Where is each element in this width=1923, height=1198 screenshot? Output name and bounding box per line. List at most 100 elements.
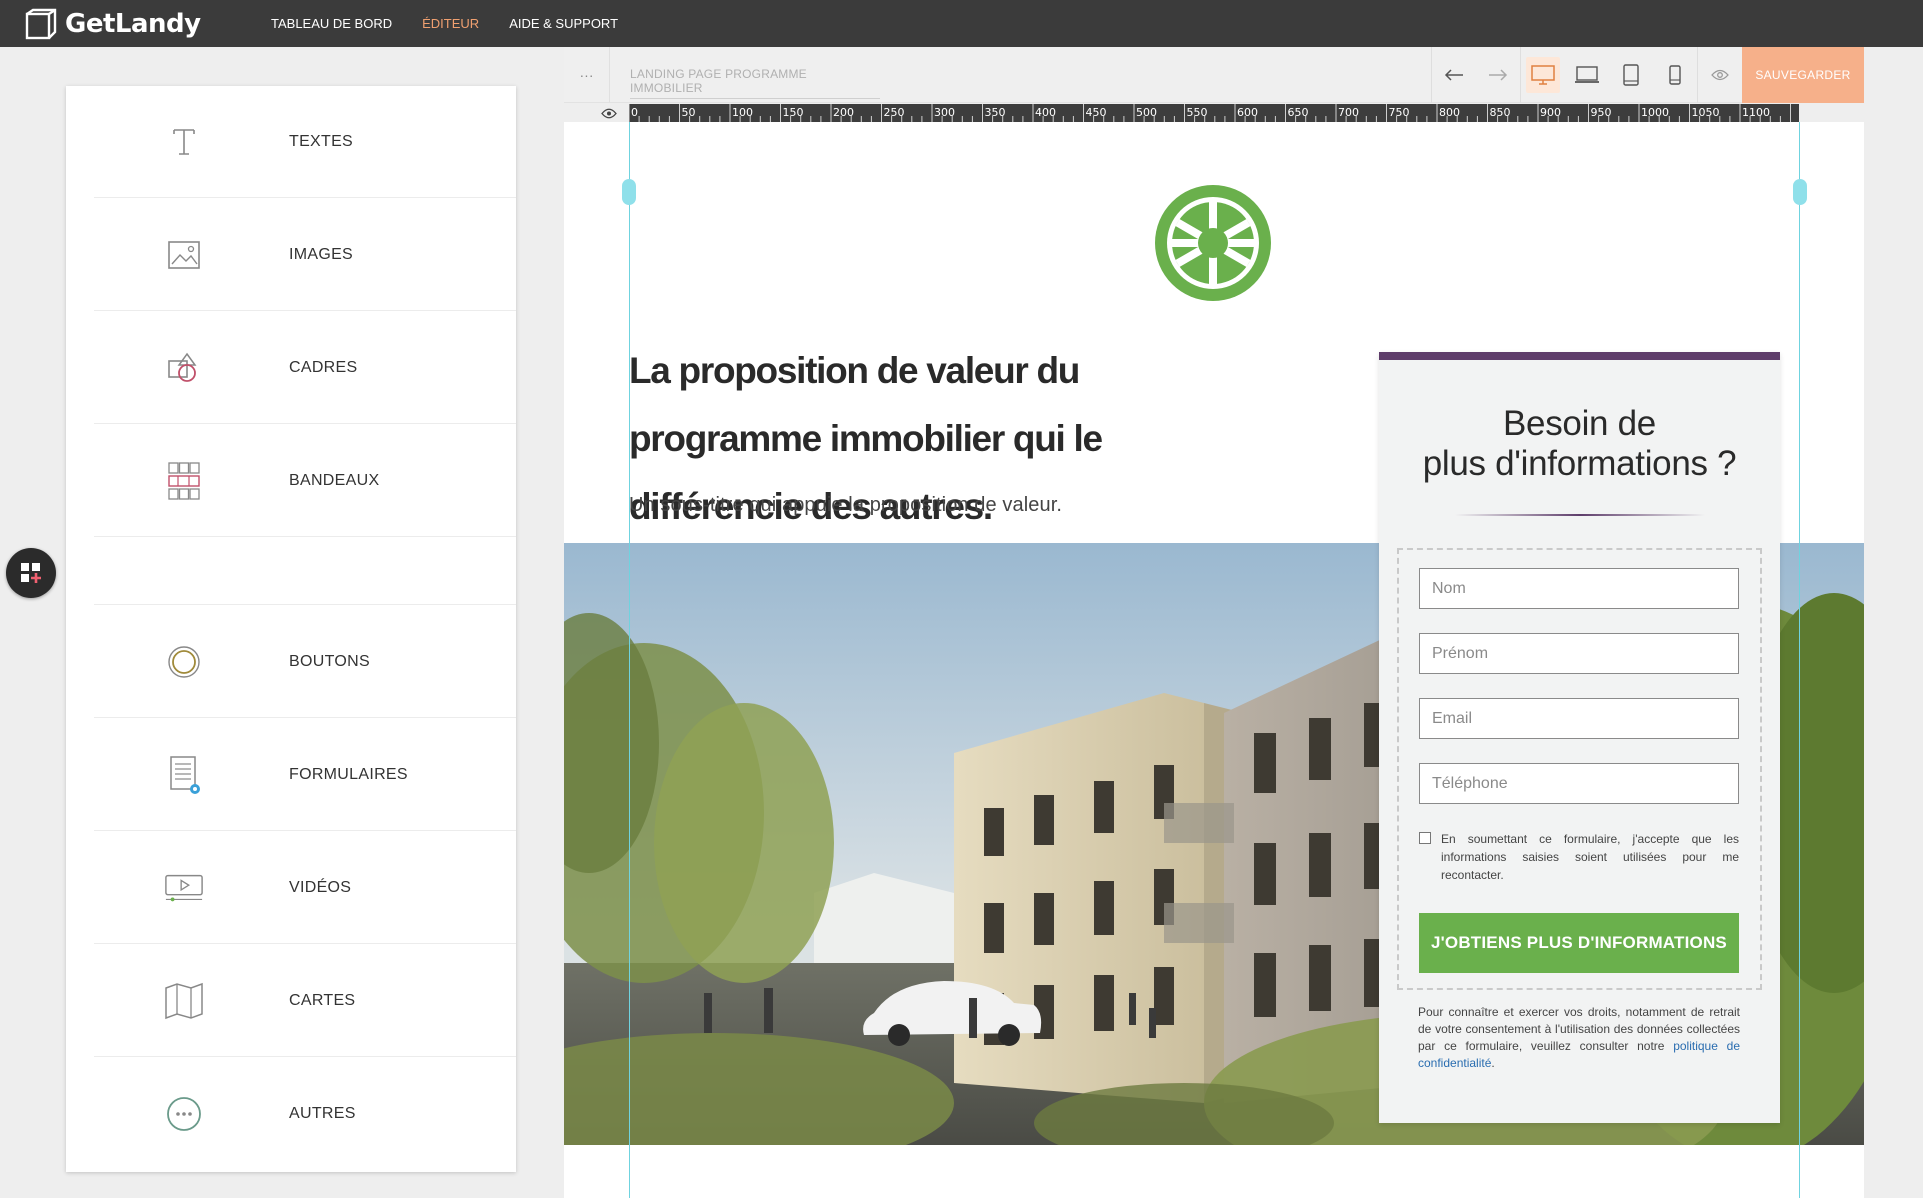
desktop-view-button[interactable] <box>1526 57 1560 93</box>
sidebar-item-label: CARTES <box>289 991 356 1009</box>
ruler-label: 450 <box>1085 106 1107 119</box>
form-title-line-2: plus d'informations ? <box>1422 444 1737 483</box>
page-name-field[interactable]: LANDING PAGE PROGRAMME IMMOBILIER <box>630 67 880 99</box>
consent-checkbox[interactable] <box>1419 832 1431 844</box>
redo-button[interactable] <box>1476 47 1520 103</box>
form-title[interactable]: Besoin de plus d'informations ? <box>1379 404 1780 484</box>
telephone-input[interactable] <box>1419 763 1739 804</box>
submit-button[interactable]: J'OBTIENS PLUS D'INFORMATIONS <box>1419 913 1739 973</box>
undo-button[interactable] <box>1432 47 1476 103</box>
editor-toolbar: ··· LANDING PAGE PROGRAMME IMMOBILIER SA… <box>564 47 1864 103</box>
ruler-ticks <box>629 104 1791 122</box>
button-circle-icon <box>164 642 204 682</box>
map-icon <box>164 981 204 1021</box>
sidebar-item-label: BANDEAUX <box>289 471 380 489</box>
preview-button[interactable] <box>1698 47 1742 103</box>
prenom-input[interactable] <box>1419 633 1739 674</box>
nav-help-support[interactable]: AIDE & SUPPORT <box>509 16 618 31</box>
legal-end: . <box>1491 1056 1495 1070</box>
eye-icon <box>601 108 617 118</box>
ruler-label: 50 <box>681 106 696 119</box>
laptop-view-button[interactable] <box>1565 47 1609 103</box>
sidebar-empty-slot <box>94 538 516 605</box>
logo-mark-icon <box>25 8 57 39</box>
ruler-visibility-toggle[interactable] <box>598 104 620 122</box>
add-widget-button[interactable] <box>6 548 56 598</box>
ruler-label: 1000 <box>1641 106 1669 119</box>
page-canvas[interactable]: La proposition de valeur du programme im… <box>564 122 1864 1198</box>
arrow-left-icon <box>1444 69 1463 81</box>
ruler-label: 700 <box>1338 106 1359 119</box>
sidebar-item-forms[interactable]: FORMULAIRES <box>94 719 516 831</box>
horizontal-ruler: 0 50 100 150 200 250 300 350 400 450 500 550 600 650 7… <box>629 104 1799 122</box>
consent-row: En soumettant ce formulaire, j'accepte q… <box>1419 830 1739 884</box>
toolbar-separator <box>1520 47 1521 103</box>
nav-dashboard[interactable]: TABLEAU DE BORD <box>271 16 392 31</box>
ruler-label: 1050 <box>1691 106 1720 119</box>
ruler-label: 850 <box>1489 106 1511 119</box>
hero-subtitle[interactable]: Un sous-titre qui appuie la proposition … <box>629 494 1062 517</box>
legal-notice: Pour connaître et exercer vos droits, no… <box>1418 1004 1740 1072</box>
ruler-label: 350 <box>984 106 1006 119</box>
ruler-label: 0 <box>631 106 638 119</box>
sidebar-item-label: AUTRES <box>289 1105 356 1122</box>
sidebar-item-label: FORMULAIRES <box>289 765 408 783</box>
desktop-icon <box>1531 65 1555 85</box>
ruler-label: 1100 <box>1742 106 1770 119</box>
ruler-label: 250 <box>883 106 905 119</box>
more-icon <box>164 1094 204 1134</box>
more-options-button[interactable]: ··· <box>564 47 610 103</box>
tablet-view-button[interactable] <box>1609 47 1653 103</box>
ruler-label: 750 <box>1388 106 1410 119</box>
text-icon <box>164 122 204 162</box>
nom-input[interactable] <box>1419 568 1739 609</box>
right-guide-line[interactable] <box>1799 122 1800 1198</box>
ruler-label: 150 <box>782 106 804 119</box>
sidebar-item-images[interactable]: IMAGES <box>94 199 516 311</box>
left-guide-line[interactable] <box>629 122 630 1198</box>
ruler-label: 200 <box>833 106 854 119</box>
ruler-label: 300 <box>934 106 955 119</box>
sidebar-item-frames[interactable]: CADRES <box>94 312 516 424</box>
right-guide-handle[interactable] <box>1793 179 1807 205</box>
nav-editor[interactable]: ÉDITEUR <box>422 16 479 31</box>
eye-icon <box>1711 69 1729 81</box>
sidebar-item-label: CADRES <box>289 358 358 376</box>
ruler-label: 550 <box>1186 106 1208 119</box>
sidebar-item-label: TEXTES <box>289 132 354 150</box>
shapes-icon <box>164 348 204 388</box>
logo-text: GetLandy <box>65 8 201 39</box>
sidebar-item-buttons[interactable]: BOUTONS <box>94 606 516 718</box>
grid-icon <box>164 461 204 501</box>
ruler-label: 400 <box>1035 106 1056 119</box>
top-navigation-bar: GetLandy TABLEAU DE BORD ÉDITEUR AIDE & … <box>0 0 1923 47</box>
ruler-label: 650 <box>1287 106 1309 119</box>
ruler-label: 900 <box>1540 106 1561 119</box>
form-icon <box>164 755 204 795</box>
sidebar-item-banners[interactable]: BANDEAUX <box>94 425 516 537</box>
ruler-label: 100 <box>732 106 753 119</box>
arrow-right-icon <box>1489 69 1508 81</box>
ruler-label: 500 <box>1136 106 1157 119</box>
consent-text: En soumettant ce formulaire, j'accepte q… <box>1441 832 1739 882</box>
tablet-icon <box>1623 64 1639 86</box>
mobile-icon <box>1669 65 1681 85</box>
left-guide-handle[interactable] <box>622 179 636 205</box>
mobile-view-button[interactable] <box>1653 47 1697 103</box>
image-icon <box>164 235 204 275</box>
laptop-icon <box>1575 66 1599 83</box>
toolbar-actions: SAUVEGARDER <box>1431 47 1864 103</box>
add-block-icon <box>21 563 41 583</box>
sidebar-item-texts[interactable]: TEXTES <box>94 86 516 198</box>
sidebar-item-videos[interactable]: VIDÉOS <box>94 832 516 944</box>
email-input[interactable] <box>1419 698 1739 739</box>
ruler-label: 600 <box>1237 106 1258 119</box>
sidebar-item-maps[interactable]: CARTES <box>94 945 516 1057</box>
brand-emblem-logo[interactable] <box>1152 182 1274 304</box>
save-button[interactable]: SAUVEGARDER <box>1742 47 1864 103</box>
app-logo[interactable]: GetLandy <box>25 8 257 40</box>
lead-form-card: Besoin de plus d'informations ? En soume… <box>1379 352 1780 1123</box>
form-fields-container: En soumettant ce formulaire, j'accepte q… <box>1397 548 1762 990</box>
form-divider <box>1454 514 1705 516</box>
sidebar-item-others[interactable]: AUTRES <box>94 1058 516 1170</box>
